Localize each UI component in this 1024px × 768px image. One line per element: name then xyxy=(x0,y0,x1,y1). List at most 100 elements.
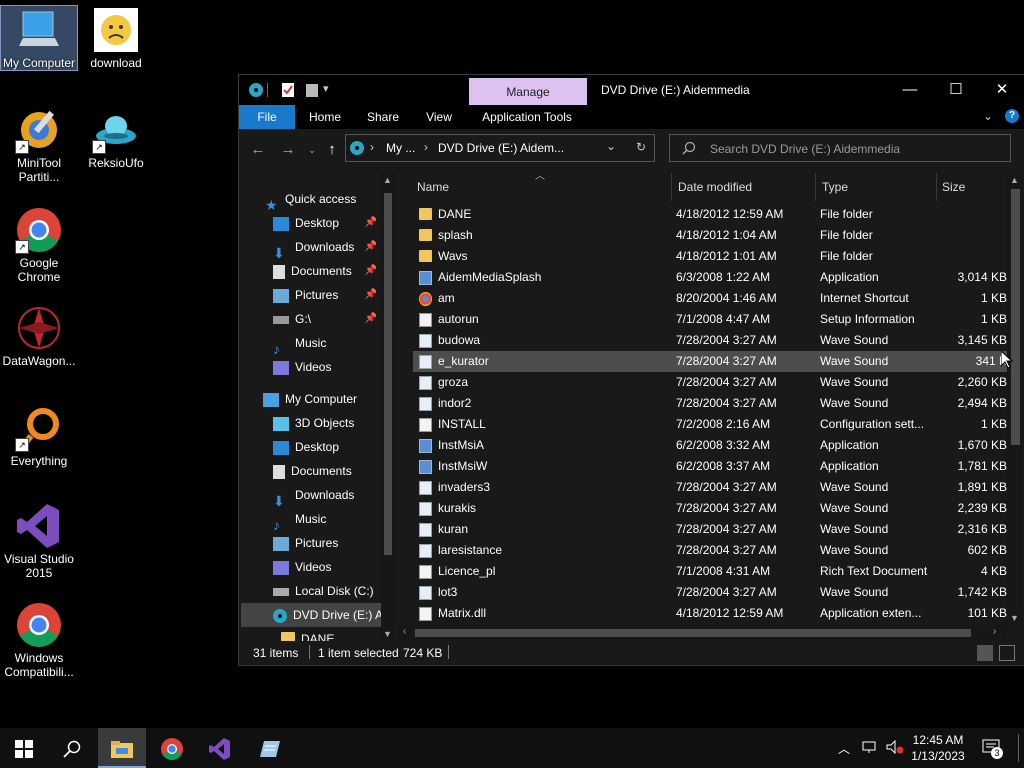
desktop-icon-reksioufo[interactable]: ↗ ReksioUfo xyxy=(78,106,154,170)
start-button[interactable] xyxy=(0,728,48,768)
file-row[interactable]: e_kurator 7/28/2004 3:27 AM Wave Sound 341 … xyxy=(413,351,1007,372)
scroll-up-icon[interactable]: ▲ xyxy=(1010,175,1019,185)
column-header-size[interactable]: Size xyxy=(942,173,1002,201)
file-row[interactable]: kuran 7/28/2004 3:27 AM Wave Sound 2,316 KB xyxy=(413,519,1007,540)
tab-view[interactable]: View xyxy=(415,105,463,129)
tree-my-computer[interactable]: My Computer xyxy=(263,387,393,411)
tree-item-pictures[interactable]: Pictures 📌 xyxy=(273,283,377,307)
scroll-right-icon[interactable]: › xyxy=(993,626,996,637)
file-row[interactable]: budowa 7/28/2004 3:27 AM Wave Sound 3,145 K… xyxy=(413,330,1007,351)
nav-pane-scroll-thumb[interactable] xyxy=(384,193,392,555)
column-divider[interactable] xyxy=(671,173,672,201)
file-row[interactable]: Wavs 4/18/2012 1:01 AM File folder xyxy=(413,246,1007,267)
up-button[interactable]: ↑ xyxy=(321,139,343,161)
show-desktop-button[interactable] xyxy=(1018,734,1019,762)
horizontal-scrollbar[interactable]: ‹ › xyxy=(399,625,1007,641)
tree-item-dvd-drive[interactable]: DVD Drive (E:) Ai xyxy=(241,603,393,627)
file-row[interactable]: groza 7/28/2004 3:27 AM Wave Sound 2,260 KB xyxy=(413,372,1007,393)
customize-quick-access-icon[interactable]: ▾ xyxy=(323,82,337,98)
tab-share[interactable]: Share xyxy=(359,105,407,129)
tree-item-dane[interactable]: DANE xyxy=(281,627,391,641)
file-row[interactable]: lot3 7/28/2004 3:27 AM Wave Sound 1,742 KB xyxy=(413,582,1007,603)
column-header-date[interactable]: Date modified xyxy=(678,173,808,201)
desktop-icon-visual-studio[interactable]: Visual Studio 2015 xyxy=(1,502,77,580)
tree-item-desktop[interactable]: Desktop xyxy=(273,435,393,459)
scroll-up-icon[interactable]: ▲ xyxy=(383,175,392,185)
tab-manage[interactable]: Manage xyxy=(469,78,587,105)
tree-item-desktop[interactable]: Desktop 📌 xyxy=(273,211,377,235)
tree-item-g-drive[interactable]: G:\ 📌 xyxy=(273,307,377,331)
taskbar-chrome[interactable] xyxy=(148,728,196,768)
column-divider[interactable] xyxy=(936,173,937,201)
notifications-button[interactable]: 3 xyxy=(982,738,1003,761)
file-row[interactable]: InstMsiA 6/2/2008 3:32 AM Application 1,670… xyxy=(413,435,1007,456)
tree-item-videos[interactable]: Videos xyxy=(273,555,393,579)
file-row[interactable]: AidemMediaSplash 6/3/2008 1:22 AM Applicat… xyxy=(413,267,1007,288)
tree-item-pictures[interactable]: Pictures xyxy=(273,531,393,555)
column-header-name[interactable]: Name xyxy=(417,173,667,201)
title-bar[interactable]: ▾ Manage DVD Drive (E:) Aidemmedia — ☐ ✕ xyxy=(239,75,1024,105)
tree-item-music[interactable]: ♪ Music xyxy=(273,507,393,533)
tree-item-local-disk[interactable]: Local Disk (C:) xyxy=(273,579,393,603)
column-divider[interactable] xyxy=(815,173,816,201)
forward-button[interactable]: → xyxy=(277,139,299,161)
tree-item-downloads[interactable]: ⬇ Downloads xyxy=(273,483,393,509)
taskbar-notepad[interactable] xyxy=(246,728,294,768)
new-folder-icon[interactable] xyxy=(305,82,319,98)
horizontal-scroll-thumb[interactable] xyxy=(415,629,971,637)
refresh-icon[interactable]: ↻ xyxy=(636,140,646,154)
maximize-button[interactable]: ☐ xyxy=(933,75,979,105)
tree-item-documents[interactable]: Documents xyxy=(273,459,393,483)
volume-muted-icon[interactable] xyxy=(886,739,904,757)
tree-quick-access[interactable]: ★ Quick access xyxy=(265,187,393,213)
desktop-icon-datawagon[interactable]: DataWagon... xyxy=(1,304,77,368)
scroll-down-icon[interactable]: ▼ xyxy=(383,629,392,639)
close-button[interactable]: ✕ xyxy=(979,75,1024,105)
file-list-scroll-thumb[interactable] xyxy=(1011,189,1020,445)
properties-icon[interactable] xyxy=(281,82,295,98)
tree-item-music[interactable]: ♪ Music xyxy=(273,331,377,357)
desktop-icon-download[interactable]: download xyxy=(78,6,154,70)
file-row[interactable]: Matrix.dll 4/18/2012 12:59 AM Application … xyxy=(413,603,1007,624)
tab-application-tools[interactable]: Application Tools xyxy=(475,105,579,129)
search-box[interactable]: Search DVD Drive (E:) Aidemmedia xyxy=(669,134,1011,162)
address-bar[interactable]: › My ... › DVD Drive (E:) Aidem... ⌄ ↻ xyxy=(345,134,655,162)
file-row[interactable]: autorun 7/1/2008 4:47 AM Setup Information… xyxy=(413,309,1007,330)
file-row[interactable]: Licence_pl 7/1/2008 4:31 AM Rich Text Docu… xyxy=(413,561,1007,582)
file-row[interactable]: DANE 4/18/2012 12:59 AM File folder xyxy=(413,204,1007,225)
taskbar-visual-studio[interactable] xyxy=(196,728,244,768)
expand-ribbon-icon[interactable]: ⌄ xyxy=(983,109,993,123)
back-button[interactable]: ← xyxy=(247,139,269,161)
file-row[interactable]: laresistance 7/28/2004 3:27 AM Wave Sound 6… xyxy=(413,540,1007,561)
desktop-icon-my-computer[interactable]: My Computer xyxy=(0,5,78,71)
large-icons-view-icon[interactable] xyxy=(999,645,1015,661)
desktop-icon-windows-compatibility[interactable]: Windows Compatibili... xyxy=(1,601,77,679)
desktop-icon-everything[interactable]: ↗ Everything xyxy=(1,404,77,468)
desktop-icon-minitool[interactable]: ↗ MiniTool Partiti... xyxy=(1,106,77,184)
recent-locations-button[interactable]: ⌄ xyxy=(301,139,323,161)
tree-item-3d-objects[interactable]: 3D Objects xyxy=(273,411,393,435)
breadcrumb-my-computer[interactable]: My ... xyxy=(386,141,415,155)
help-icon[interactable]: ? xyxy=(1005,109,1019,123)
tree-item-documents[interactable]: Documents 📌 xyxy=(273,259,377,283)
tree-item-videos[interactable]: Videos xyxy=(273,355,377,379)
desktop-icon-google-chrome[interactable]: ↗ Google Chrome xyxy=(1,206,77,284)
file-row[interactable]: InstMsiW 6/2/2008 3:37 AM Application 1,781… xyxy=(413,456,1007,477)
tab-file[interactable]: File xyxy=(239,105,295,129)
file-row[interactable]: invaders3 7/28/2004 3:27 AM Wave Sound 1,89… xyxy=(413,477,1007,498)
taskbar-file-explorer[interactable] xyxy=(98,728,146,768)
clock[interactable]: 12:45 AM 1/13/2023 xyxy=(908,732,968,764)
scroll-left-icon[interactable]: ‹ xyxy=(403,626,406,637)
breadcrumb-dvd-drive[interactable]: DVD Drive (E:) Aidem... xyxy=(438,141,564,155)
details-view-icon[interactable] xyxy=(977,645,993,661)
nav-pane-scrollbar[interactable]: ▲ ▼ xyxy=(381,173,395,641)
minimize-button[interactable]: — xyxy=(887,75,933,105)
file-row[interactable]: kurakis 7/28/2004 3:27 AM Wave Sound 2,239 … xyxy=(413,498,1007,519)
file-row[interactable]: splash 4/18/2012 1:04 AM File folder xyxy=(413,225,1007,246)
network-icon[interactable] xyxy=(862,740,878,757)
address-dropdown-icon[interactable]: ⌄ xyxy=(606,139,616,153)
scroll-down-icon[interactable]: ▼ xyxy=(1010,613,1019,623)
file-row[interactable]: INSTALL 7/2/2008 2:16 AM Configuration set… xyxy=(413,414,1007,435)
column-header-type[interactable]: Type xyxy=(822,173,932,201)
file-row[interactable]: am 8/20/2004 1:46 AM Internet Shortcut 1 KB xyxy=(413,288,1007,309)
